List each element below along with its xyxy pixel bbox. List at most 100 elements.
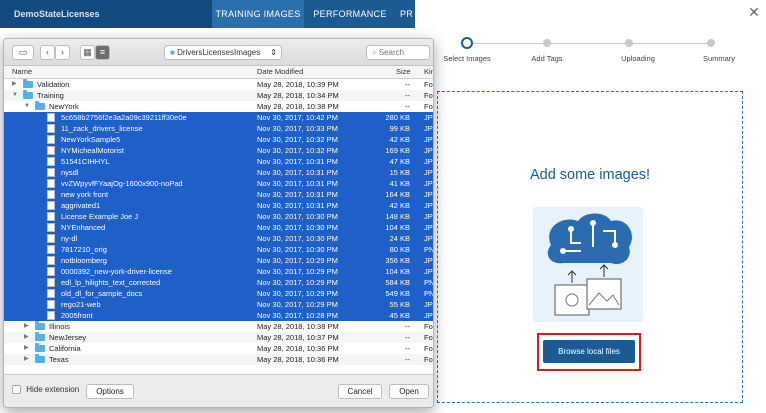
folder-row[interactable]: ▶ California May 28, 2018, 10:36 PM -- Fol <box>4 343 433 354</box>
search-icon: ⌕ <box>372 48 377 57</box>
row-name: NYMichealMotorist <box>61 146 124 155</box>
row-name: 51541CIHHYL <box>61 157 110 166</box>
row-size: 104 KB <box>385 223 410 232</box>
cancel-button[interactable]: Cancel <box>338 384 382 399</box>
forward-icon[interactable]: › <box>55 45 70 60</box>
row-name: NYEnhanced <box>61 223 106 232</box>
tab-training-images[interactable]: TRAINING IMAGES <box>212 0 304 28</box>
disclosure-closed-icon[interactable]: ▶ <box>12 79 20 90</box>
row-size: 549 KB <box>385 289 410 298</box>
sidebar-toggle-icon[interactable]: ▭ <box>12 45 34 60</box>
hide-extension-option[interactable]: Hide extension <box>12 385 79 395</box>
folder-row[interactable]: ▼ NewYork May 28, 2018, 10:38 PM -- Fol <box>4 101 433 112</box>
hide-extension-checkbox[interactable] <box>12 385 21 395</box>
row-kind: JP <box>424 201 433 210</box>
tab-predictions[interactable]: PR <box>396 0 416 28</box>
row-date: Nov 30, 2017, 10:31 PM <box>257 179 338 188</box>
file-row[interactable]: notbloomberg Nov 30, 2017, 10:29 PM 356 KB… <box>4 255 433 266</box>
row-name: notbloomberg <box>61 256 107 265</box>
file-row[interactable]: License Example Joe J Nov 30, 2017, 10:30… <box>4 211 433 222</box>
tab-performance[interactable]: PERFORMANCE <box>304 0 396 28</box>
open-button[interactable]: Open <box>389 384 429 399</box>
steps-track <box>466 43 712 44</box>
row-date: Nov 30, 2017, 10:29 PM <box>257 256 338 265</box>
file-row[interactable]: aggrivated1 Nov 30, 2017, 10:31 PM 42 KB JP <box>4 200 433 211</box>
file-row[interactable]: 5c658b2756f2e3a2a09c39211ff30e0e Nov 30, … <box>4 112 433 123</box>
column-date-modified[interactable]: Date Modified <box>257 66 303 78</box>
row-size: 42 KB <box>389 135 410 144</box>
row-date: Nov 30, 2017, 10:32 PM <box>257 146 338 155</box>
file-row[interactable]: NYEnhanced Nov 30, 2017, 10:30 PM 104 KB JP <box>4 222 433 233</box>
row-name: Illinois <box>49 322 70 331</box>
row-date: May 28, 2018, 10:34 PM <box>257 91 339 100</box>
file-row[interactable]: 2005front Nov 30, 2017, 10:28 PM 45 KB JP <box>4 310 433 321</box>
disclosure-closed-icon[interactable]: ▶ <box>24 354 32 365</box>
folder-icon <box>35 101 45 110</box>
row-kind: Fol <box>424 355 433 364</box>
row-name: new york front <box>61 190 109 199</box>
file-row[interactable]: new york front Nov 30, 2017, 10:31 PM 164 … <box>4 189 433 200</box>
file-row[interactable]: NYMichealMotorist Nov 30, 2017, 10:32 PM 1… <box>4 145 433 156</box>
step-label-add-tags: Add Tags <box>531 54 563 63</box>
image-file-icon <box>47 135 55 144</box>
row-kind: JP <box>424 256 433 265</box>
file-row[interactable]: rego21-web Nov 30, 2017, 10:29 PM 55 KB JP <box>4 299 433 310</box>
browse-local-files-button[interactable]: Browse local files <box>543 340 635 363</box>
file-row[interactable]: edl_lp_hilights_text_corrected Nov 30, 20… <box>4 277 433 288</box>
row-size: 41 KB <box>389 179 410 188</box>
row-date: May 28, 2018, 10:36 PM <box>257 344 339 353</box>
row-kind: JP <box>424 190 433 199</box>
disclosure-closed-icon[interactable]: ▶ <box>24 321 32 332</box>
location-label: DriversLicensesImages <box>177 48 261 57</box>
row-size: 164 KB <box>385 190 410 199</box>
file-row[interactable]: NewYorkSample5 Nov 30, 2017, 10:32 PM 42 K… <box>4 134 433 145</box>
row-size: 148 KB <box>385 212 410 221</box>
search-field[interactable]: ⌕ <box>366 45 430 60</box>
folder-row[interactable]: ▶ Illinois May 28, 2018, 10:38 PM -- Fol <box>4 321 433 332</box>
folder-row[interactable]: ▶ Texas May 28, 2018, 10:36 PM -- Fol <box>4 354 433 365</box>
search-input[interactable] <box>378 48 423 57</box>
row-size: 24 KB <box>389 234 410 243</box>
file-row[interactable]: vvZWpyvfFYaajOg-1600x900-noPad Nov 30, 20… <box>4 178 433 189</box>
step-label-summary: Summary <box>702 54 736 63</box>
back-icon[interactable]: ‹ <box>40 45 55 60</box>
column-name[interactable]: Name <box>12 66 32 78</box>
list-view-icon[interactable]: ≡ <box>95 45 110 60</box>
file-row[interactable]: 51541CIHHYL Nov 30, 2017, 10:31 PM 47 KB JP <box>4 156 433 167</box>
folder-icon: ■ <box>170 48 175 57</box>
step-label-uploading: Uploading <box>621 54 655 63</box>
folder-row[interactable]: ▼ Training May 28, 2018, 10:34 PM -- Fol <box>4 90 433 101</box>
step-dot-summary <box>707 39 715 47</box>
image-file-icon <box>47 234 55 243</box>
close-icon[interactable]: ✕ <box>744 2 764 22</box>
file-row[interactable]: 0000392_new-york-driver-license Nov 30, 2… <box>4 266 433 277</box>
row-date: Nov 30, 2017, 10:30 PM <box>257 212 338 221</box>
disclosure-closed-icon[interactable]: ▶ <box>24 343 32 354</box>
file-row[interactable]: 11_zack_drivers_license Nov 30, 2017, 10:… <box>4 123 433 134</box>
image-file-icon <box>47 168 55 177</box>
row-size: 584 KB <box>385 278 410 287</box>
image-file-icon <box>47 311 55 320</box>
row-kind: JP <box>424 157 433 166</box>
column-size[interactable]: Size <box>396 66 411 78</box>
disclosure-open-icon[interactable]: ▼ <box>12 90 20 101</box>
folder-row[interactable]: ▶ Validation May 28, 2018, 10:39 PM -- Fol <box>4 79 433 90</box>
row-name: 11_zack_drivers_license <box>61 124 143 133</box>
disclosure-open-icon[interactable]: ▼ <box>24 101 32 112</box>
file-row[interactable]: ny-dl Nov 30, 2017, 10:30 PM 24 KB JP <box>4 233 433 244</box>
icon-view-icon[interactable]: ▦ <box>80 45 95 60</box>
column-kind[interactable]: Kin <box>424 66 433 78</box>
row-size: -- <box>405 80 410 89</box>
disclosure-closed-icon[interactable]: ▶ <box>24 332 32 343</box>
options-button[interactable]: Options <box>86 384 134 399</box>
row-size: 15 KB <box>389 168 410 177</box>
row-name: NewYorkSample5 <box>61 135 121 144</box>
row-kind: JP <box>424 311 433 320</box>
file-row[interactable]: 7817210_orig Nov 30, 2017, 10:30 PM 80 KB P… <box>4 244 433 255</box>
file-row[interactable]: old_dl_for_sample_docs Nov 30, 2017, 10:2… <box>4 288 433 299</box>
row-name: nysdl <box>61 168 79 177</box>
folder-row[interactable]: ▶ NewJersey May 28, 2018, 10:37 PM -- Fol <box>4 332 433 343</box>
location-popup[interactable]: ■ DriversLicensesImages ⇕ <box>164 45 282 60</box>
file-row[interactable]: nysdl Nov 30, 2017, 10:31 PM 15 KB JP <box>4 167 433 178</box>
drop-zone[interactable]: Add some images! Browse local files <box>437 91 743 403</box>
